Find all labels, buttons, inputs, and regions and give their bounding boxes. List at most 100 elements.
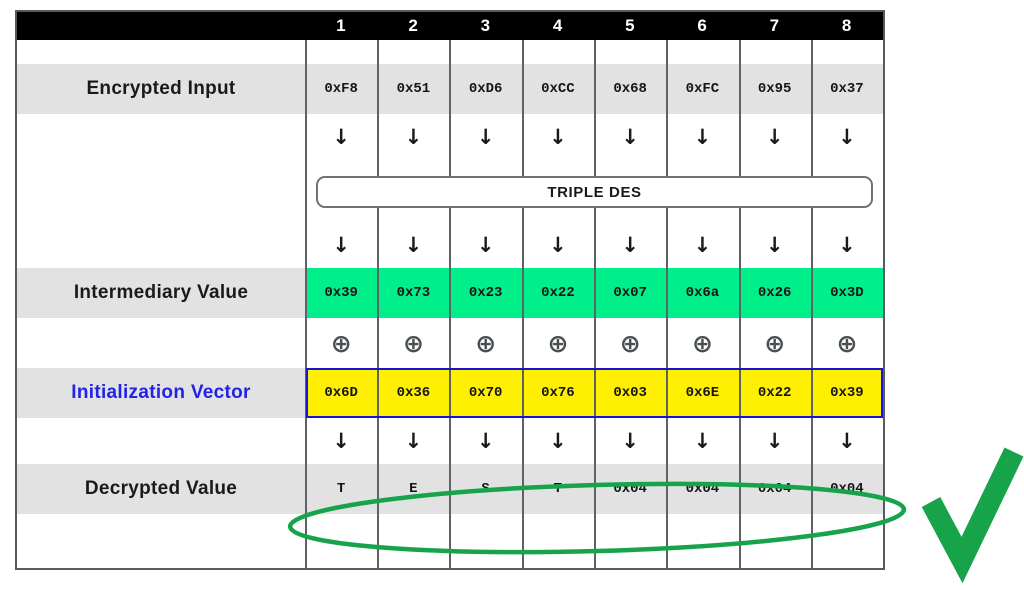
row-label-cell — [17, 114, 305, 160]
column-header-8: 8 — [841, 16, 852, 35]
cell — [377, 40, 450, 64]
down-arrow-icon: ↓ — [521, 114, 594, 160]
cell-decrypted-value-4: T — [521, 464, 594, 514]
cell-encrypted-input-5: 0x68 — [594, 64, 667, 114]
cell — [305, 40, 378, 64]
cell-intermediary-value-5: 0x07 — [594, 268, 667, 318]
row-cells: ⊕ ⊕ ⊕ ⊕ ⊕ ⊕ ⊕ ⊕ — [305, 318, 883, 368]
down-arrow-icon: ↓ — [666, 114, 739, 160]
cell-decrypted-value-1: T — [305, 464, 378, 514]
row-label-cell — [17, 514, 305, 568]
cell-encrypted-input-3: 0xD6 — [449, 64, 522, 114]
row-encrypted-input: Encrypted Input 0xF8 0x51 0xD6 0xCC 0x68… — [17, 64, 883, 114]
row-label-cell-decrypted-value: Decrypted Value — [17, 464, 305, 514]
cell-decrypted-value-8: 0x04 — [810, 464, 883, 514]
row-label-cell — [17, 40, 305, 64]
row-intermediary-value: Intermediary Value 0x39 0x73 0x23 0x22 0… — [17, 268, 883, 318]
column-header-2: 2 — [408, 16, 419, 35]
cell-initialization-vector-1: 0x6D — [305, 368, 378, 418]
xor-icon: ⊕ — [521, 318, 594, 368]
down-arrow-icon: ↓ — [666, 222, 739, 268]
cell-initialization-vector-3: 0x70 — [449, 368, 522, 418]
cell-intermediary-value-4: 0x22 — [521, 268, 594, 318]
header-label-spacer — [17, 12, 305, 40]
row-label-text: Decrypted Value — [84, 478, 238, 499]
cell — [666, 40, 739, 64]
cell — [449, 40, 522, 64]
cell-initialization-vector-5: 0x03 — [594, 368, 667, 418]
column-header-3: 3 — [480, 16, 491, 35]
cell — [449, 514, 522, 568]
down-arrow-icon: ↓ — [666, 418, 739, 464]
cell-encrypted-input-1: 0xF8 — [305, 64, 378, 114]
row-initialization-vector: Initialization Vector 0x6D 0x36 0x70 0x7… — [17, 368, 883, 418]
down-arrow-icon: ↓ — [449, 418, 522, 464]
row-label-cell — [17, 160, 305, 222]
xor-icon: ⊕ — [666, 318, 739, 368]
cell-intermediary-value-7: 0x26 — [738, 268, 811, 318]
cell-encrypted-input-6: 0xFC — [666, 64, 739, 114]
green-checkmark-icon — [921, 447, 1024, 584]
xor-icon: ⊕ — [738, 318, 811, 368]
down-arrow-icon: ↓ — [738, 114, 811, 160]
row-spacer-bottom — [17, 514, 883, 568]
down-arrow-icon: ↓ — [810, 114, 883, 160]
down-arrow-icon: ↓ — [377, 222, 450, 268]
column-header-5: 5 — [625, 16, 636, 35]
down-arrow-icon: ↓ — [377, 114, 450, 160]
row-cells: ↓ ↓ ↓ ↓ ↓ ↓ ↓ ↓ — [305, 418, 883, 464]
row-cells — [305, 40, 883, 64]
column-header-1: 1 — [336, 16, 347, 35]
xor-icon: ⊕ — [377, 318, 450, 368]
row-decrypted-value: Decrypted Value T E S T 0x04 0x04 0x04 0… — [17, 464, 883, 514]
down-arrow-icon: ↓ — [521, 222, 594, 268]
cell-intermediary-value-8: 0x3D — [810, 268, 883, 318]
triple-des-process-box: TRIPLE DES — [316, 176, 873, 208]
cell-decrypted-value-2: E — [377, 464, 450, 514]
row-cells: 0x6D 0x36 0x70 0x76 0x03 0x6E 0x22 0x39 — [305, 368, 883, 418]
cell-initialization-vector-6: 0x6E — [666, 368, 739, 418]
row-label-cell-encrypted-input: Encrypted Input — [17, 64, 305, 114]
cell-decrypted-value-6: 0x04 — [666, 464, 739, 514]
table-header-row: 1 2 3 4 5 6 7 8 — [17, 12, 883, 40]
row-arrows-1: ↓ ↓ ↓ ↓ ↓ ↓ ↓ ↓ — [17, 114, 883, 160]
down-arrow-icon: ↓ — [738, 418, 811, 464]
cell — [594, 40, 667, 64]
row-label-cell — [17, 222, 305, 268]
row-cells: ↓ ↓ ↓ ↓ ↓ ↓ ↓ ↓ — [305, 222, 883, 268]
row-cells: T E S T 0x04 0x04 0x04 0x04 — [305, 464, 883, 514]
cell-encrypted-input-4: 0xCC — [521, 64, 594, 114]
triple-des-label: TRIPLE DES — [547, 183, 642, 201]
xor-icon: ⊕ — [594, 318, 667, 368]
row-label-text: Initialization Vector — [71, 382, 251, 403]
down-arrow-icon: ↓ — [521, 418, 594, 464]
down-arrow-icon: ↓ — [594, 114, 667, 160]
column-header-7: 7 — [769, 16, 780, 35]
cell — [594, 514, 667, 568]
cell-intermediary-value-1: 0x39 — [305, 268, 378, 318]
cell — [810, 40, 883, 64]
cell-encrypted-input-7: 0x95 — [738, 64, 811, 114]
row-spacer-top — [17, 40, 883, 64]
cell-decrypted-value-3: S — [449, 464, 522, 514]
cell — [738, 514, 811, 568]
row-cells: ↓ ↓ ↓ ↓ ↓ ↓ ↓ ↓ — [305, 114, 883, 160]
byte-table: 1 2 3 4 5 6 7 8 Encrypted Input 0xF8 0x5… — [15, 10, 885, 570]
xor-icon: ⊕ — [810, 318, 883, 368]
row-label-text: Encrypted Input — [86, 78, 236, 99]
row-arrows-2: ↓ ↓ ↓ ↓ ↓ ↓ ↓ ↓ — [17, 222, 883, 268]
cell — [521, 514, 594, 568]
cell-encrypted-input-2: 0x51 — [377, 64, 450, 114]
row-label-cell-intermediary-value: Intermediary Value — [17, 268, 305, 318]
down-arrow-icon: ↓ — [738, 222, 811, 268]
column-header-6: 6 — [697, 16, 708, 35]
cell-decrypted-value-5: 0x04 — [594, 464, 667, 514]
row-arrows-3: ↓ ↓ ↓ ↓ ↓ ↓ ↓ ↓ — [17, 418, 883, 464]
row-cells: 0xF8 0x51 0xD6 0xCC 0x68 0xFC 0x95 0x37 — [305, 64, 883, 114]
down-arrow-icon: ↓ — [449, 222, 522, 268]
down-arrow-icon: ↓ — [305, 222, 378, 268]
cell-intermediary-value-6: 0x6a — [666, 268, 739, 318]
cell — [377, 514, 450, 568]
table-body: Encrypted Input 0xF8 0x51 0xD6 0xCC 0x68… — [17, 40, 883, 568]
cell — [521, 40, 594, 64]
